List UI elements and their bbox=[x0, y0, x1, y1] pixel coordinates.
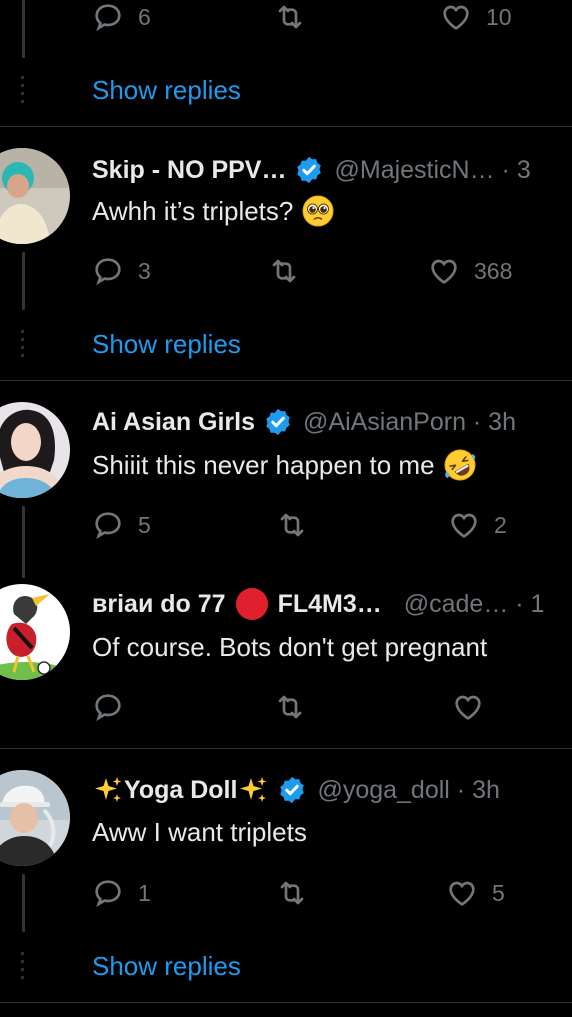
retweet-icon bbox=[268, 255, 300, 287]
divider bbox=[0, 126, 572, 127]
tweet-text-content: Of course. Bots don't get pregnant bbox=[92, 632, 488, 662]
sparkles-emoji-icon bbox=[237, 774, 269, 806]
heart-icon bbox=[428, 255, 460, 287]
reply-icon bbox=[92, 691, 124, 723]
tweet-header: вriaи do 77 FL4M3… @cade… · 1 bbox=[92, 586, 572, 622]
avatar[interactable] bbox=[0, 584, 70, 680]
retweet-button[interactable] bbox=[274, 690, 306, 724]
retweet-button[interactable] bbox=[274, 0, 306, 34]
tweet-header: Ai Asian Girls @AiAsianPorn · 3h bbox=[92, 404, 572, 440]
reply-button[interactable]: 3 bbox=[92, 254, 151, 288]
retweet-icon bbox=[274, 1, 306, 33]
reply-button[interactable]: 1 bbox=[92, 876, 151, 910]
display-name-suffix[interactable]: FL4M3… bbox=[278, 590, 382, 619]
reply-button[interactable]: 6 bbox=[92, 0, 151, 34]
show-replies-link[interactable]: Show replies bbox=[92, 327, 241, 361]
divider bbox=[0, 1002, 572, 1003]
like-button[interactable]: 368 bbox=[428, 254, 512, 288]
pleading-face-emoji-icon bbox=[301, 194, 335, 228]
tweet-text: Aww I want triplets bbox=[92, 815, 562, 849]
tweet-text: Of course. Bots don't get pregnant bbox=[92, 630, 562, 664]
thread-dots bbox=[21, 76, 25, 108]
verified-badge-icon bbox=[294, 155, 324, 185]
tweet-text: Shiiit this never happen to me bbox=[92, 448, 562, 482]
verified-badge-icon bbox=[263, 407, 293, 437]
thread-line bbox=[22, 506, 25, 578]
retweet-icon bbox=[276, 877, 308, 909]
tweet-header: Yoga Doll @yoga_doll · 3h bbox=[92, 772, 572, 808]
like-count: 10 bbox=[486, 3, 512, 30]
reply-icon bbox=[92, 255, 124, 287]
rofl-emoji-icon bbox=[443, 448, 477, 482]
thread-line bbox=[22, 252, 25, 310]
retweet-button[interactable] bbox=[268, 254, 300, 288]
reply-count: 1 bbox=[138, 879, 151, 906]
reply-icon bbox=[92, 877, 124, 909]
tweet-text: Awhh it’s triplets? bbox=[92, 194, 562, 228]
handle[interactable]: @yoga_doll · 3h bbox=[317, 776, 499, 805]
like-button[interactable]: 2 bbox=[448, 508, 507, 542]
like-count: 5 bbox=[492, 879, 505, 906]
reply-icon bbox=[92, 1, 124, 33]
like-button[interactable]: 10 bbox=[440, 0, 512, 34]
avatar[interactable] bbox=[0, 770, 70, 866]
heart-icon bbox=[452, 691, 484, 723]
heart-icon bbox=[446, 877, 478, 909]
handle[interactable]: @cade… · 1 bbox=[404, 590, 545, 619]
heart-icon bbox=[448, 509, 480, 541]
show-replies-link[interactable]: Show replies bbox=[92, 73, 241, 107]
retweet-icon bbox=[276, 509, 308, 541]
tweet-header: Skip - NO PPV… @MajesticN… · 3 bbox=[92, 152, 572, 188]
show-replies-link[interactable]: Show replies bbox=[92, 949, 241, 983]
reply-count: 6 bbox=[138, 3, 151, 30]
reply-count: 5 bbox=[138, 511, 151, 538]
red-circle-emoji-icon bbox=[235, 588, 268, 620]
verified-badge-icon bbox=[277, 775, 307, 805]
like-count: 2 bbox=[494, 511, 507, 538]
retweet-button[interactable] bbox=[276, 508, 308, 542]
heart-icon bbox=[440, 1, 472, 33]
like-count: 368 bbox=[474, 257, 513, 284]
thread-line bbox=[22, 0, 25, 58]
retweet-button[interactable] bbox=[276, 876, 308, 910]
thread-line bbox=[22, 874, 25, 932]
like-button[interactable] bbox=[452, 690, 484, 724]
divider bbox=[0, 380, 572, 381]
like-button[interactable]: 5 bbox=[446, 876, 505, 910]
reply-icon bbox=[92, 509, 124, 541]
reply-button[interactable]: 5 bbox=[92, 508, 151, 542]
handle[interactable]: @AiAsianPorn · 3h bbox=[303, 408, 516, 437]
reply-count: 3 bbox=[138, 257, 151, 284]
thread-dots bbox=[21, 952, 25, 984]
thread-dots bbox=[21, 330, 25, 362]
display-name[interactable]: Skip - NO PPV… bbox=[92, 156, 286, 185]
retweet-icon bbox=[274, 691, 306, 723]
tweet-text-content: Awhh it’s triplets? bbox=[92, 196, 294, 226]
display-name[interactable]: Ai Asian Girls bbox=[92, 408, 255, 437]
avatar[interactable] bbox=[0, 402, 70, 498]
divider bbox=[0, 748, 572, 749]
reply-button[interactable] bbox=[92, 690, 124, 724]
handle[interactable]: @MajesticN… · 3 bbox=[334, 156, 530, 185]
tweet-text-content: Aww I want triplets bbox=[92, 817, 307, 847]
display-name[interactable]: Yoga Doll bbox=[124, 776, 237, 805]
avatar[interactable] bbox=[0, 148, 70, 244]
tweet-text-content: Shiiit this never happen to me bbox=[92, 450, 435, 480]
sparkles-emoji-icon bbox=[92, 774, 124, 806]
display-name[interactable]: вriaи do 77 bbox=[92, 590, 226, 619]
